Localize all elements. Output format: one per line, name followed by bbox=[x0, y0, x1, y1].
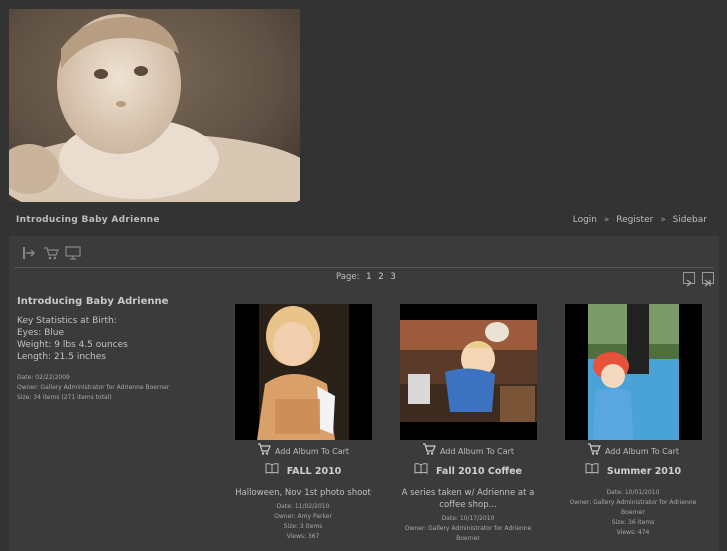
toolbar-divider bbox=[14, 267, 714, 268]
page-link-3[interactable]: 3 bbox=[390, 272, 395, 282]
album-desc-line: Weight: 9 lbs 4.5 ounces bbox=[17, 340, 128, 350]
top-nav: Login » Register » Sidebar bbox=[571, 215, 709, 225]
album-description: Key Statistics at Birth: Eyes: Blue Weig… bbox=[17, 315, 217, 363]
album-desc-line: Length: 21.5 inches bbox=[17, 352, 106, 362]
cart-icon bbox=[422, 443, 436, 460]
subalbum-date: Date: 10/17/2010 bbox=[441, 515, 495, 522]
subalbum-views: Views: 367 bbox=[286, 533, 320, 540]
nav-separator: » bbox=[603, 215, 610, 225]
album-title: Introducing Baby Adrienne bbox=[17, 296, 169, 307]
subalbum-meta: Date: 10/01/2010 Owner: Gallery Administ… bbox=[558, 488, 708, 538]
last-page-icon bbox=[704, 279, 711, 287]
subalbum-description: Halloween, Nov 1st photo shoot bbox=[235, 488, 371, 498]
subalbum-views: Views: 474 bbox=[616, 529, 650, 536]
cart-icon bbox=[587, 443, 601, 460]
subalbum-owner: Owner: Gallery Administrator for Adrienn… bbox=[404, 525, 532, 542]
subalbum-meta: Date: 11/02/2010 Owner: Amy Parker Size:… bbox=[228, 502, 378, 542]
album-view-icon[interactable] bbox=[22, 245, 36, 264]
register-link[interactable]: Register bbox=[616, 215, 653, 225]
next-page-button[interactable] bbox=[682, 272, 695, 287]
subalbum-card: Add Album To Cart Summer 2010 Date: 10/0… bbox=[558, 304, 708, 538]
nav-separator: » bbox=[660, 215, 666, 225]
album-info: Introducing Baby Adrienne Key Statistics… bbox=[17, 296, 217, 403]
content-panel: Page: 1 2 3 Introducing Baby Adrienne Ke… bbox=[9, 236, 719, 551]
slideshow-icon[interactable] bbox=[65, 245, 81, 264]
subalbum-title[interactable]: FALL 2010 bbox=[228, 463, 378, 479]
subalbum-date: Date: 10/01/2010 bbox=[606, 489, 660, 496]
chevron-right-icon bbox=[686, 279, 692, 287]
subalbum-title[interactable]: Fall 2010 Coffee bbox=[393, 463, 543, 479]
album-date: Date: 02/22/2009 bbox=[17, 374, 70, 381]
album-book-icon bbox=[265, 463, 279, 480]
cart-icon bbox=[257, 443, 271, 460]
add-to-cart-label: Add Album To Cart bbox=[439, 447, 515, 456]
pager-arrows bbox=[681, 272, 714, 291]
album-desc-line: Eyes: Blue bbox=[17, 328, 65, 338]
add-album-to-cart[interactable]: Add Album To Cart bbox=[558, 443, 708, 457]
subalbum-thumbnail[interactable] bbox=[399, 304, 537, 440]
subalbum-description: A series taken w/ Adrienne at a coffee s… bbox=[401, 488, 535, 510]
album-owner: Owner: Gallery Administrator for Adrienn… bbox=[17, 384, 170, 391]
header-banner-photo bbox=[9, 9, 300, 202]
pager: Page: 1 2 3 bbox=[336, 272, 396, 282]
add-to-cart-label: Add Album To Cart bbox=[274, 447, 350, 456]
subalbum-owner: Owner: Gallery Administrator for Adrienn… bbox=[569, 499, 697, 516]
subalbum-size: Size: 36 items bbox=[611, 519, 655, 526]
album-book-icon bbox=[585, 463, 599, 480]
album-book-icon bbox=[414, 463, 428, 480]
login-link[interactable]: Login bbox=[573, 215, 597, 225]
subalbum-owner: Owner: Amy Parker bbox=[274, 513, 332, 520]
album-meta: Date: 02/22/2009 Owner: Gallery Administ… bbox=[17, 373, 217, 403]
album-size: Size: 34 items (271 items total) bbox=[17, 394, 112, 401]
subalbum-date: Date: 11/02/2010 bbox=[276, 503, 330, 510]
sidebar-link[interactable]: Sidebar bbox=[673, 215, 707, 225]
site-title[interactable]: Introducing Baby Adrienne bbox=[16, 215, 160, 225]
pager-label: Page: bbox=[336, 272, 360, 282]
subalbum-thumbnail[interactable] bbox=[564, 304, 702, 440]
subalbum-title-text: FALL 2010 bbox=[286, 466, 342, 477]
album-desc-line: Key Statistics at Birth: bbox=[17, 316, 117, 326]
subalbum-card: Add Album To Cart Fall 2010 Coffee A ser… bbox=[393, 304, 543, 544]
add-to-cart-label: Add Album To Cart bbox=[604, 447, 680, 456]
subalbum-meta: Date: 10/17/2010 Owner: Gallery Administ… bbox=[393, 514, 543, 544]
page-link-1[interactable]: 1 bbox=[366, 272, 371, 282]
add-album-to-cart[interactable]: Add Album To Cart bbox=[393, 443, 543, 457]
subalbum-title-text: Summer 2010 bbox=[606, 466, 682, 477]
subalbum-title-text: Fall 2010 Coffee bbox=[436, 466, 522, 477]
page-link-2[interactable]: 2 bbox=[378, 272, 383, 282]
subalbum-card: Add Album To Cart FALL 2010 Halloween, N… bbox=[228, 304, 378, 542]
add-album-to-cart[interactable]: Add Album To Cart bbox=[228, 443, 378, 457]
last-page-button[interactable] bbox=[702, 272, 714, 287]
cart-icon[interactable] bbox=[43, 245, 59, 264]
subalbum-thumbnail[interactable] bbox=[234, 304, 372, 440]
subalbum-size: Size: 3 items bbox=[283, 523, 323, 530]
subalbum-title[interactable]: Summer 2010 bbox=[558, 463, 708, 479]
